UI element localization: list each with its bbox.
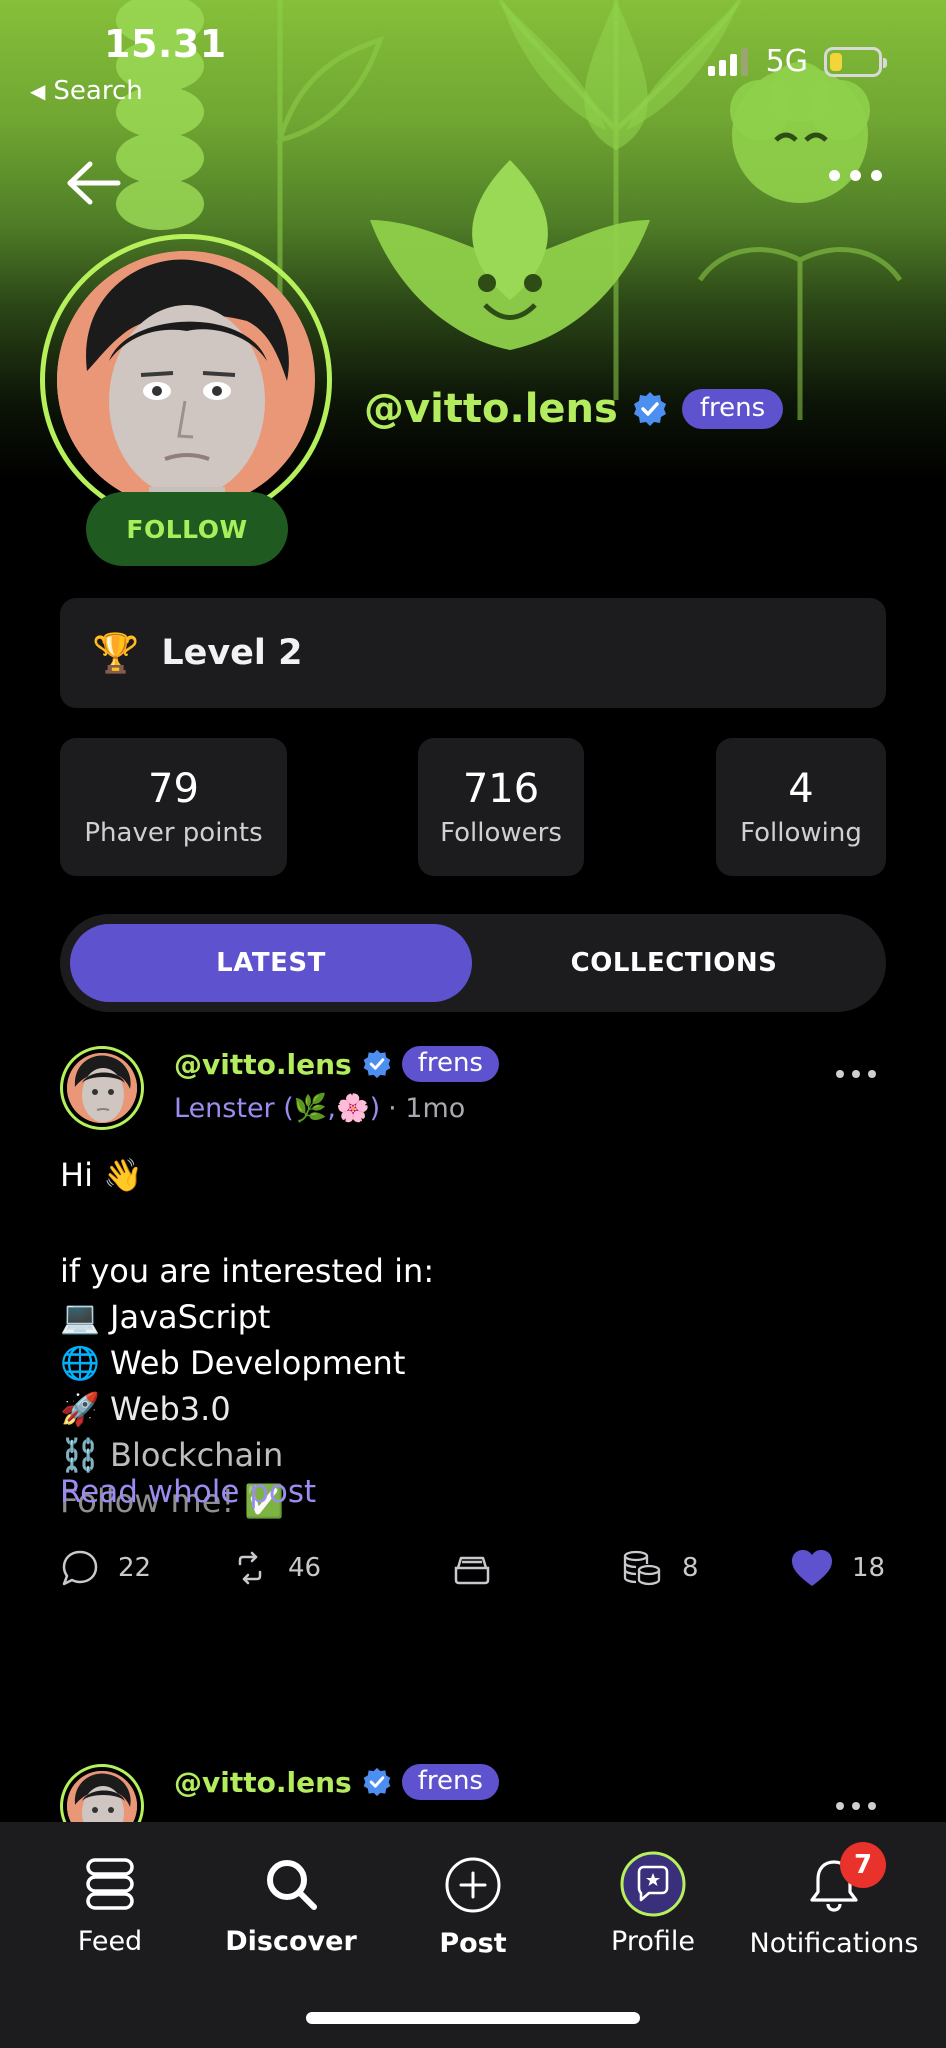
nav-label: Notifications	[749, 1928, 919, 1959]
post-author-badge: frens	[401, 1046, 499, 1082]
post-text: Hi 👋 if you are interested in: 💻 JavaScr…	[60, 1152, 886, 1524]
stat-phaver-points[interactable]: 79 Phaver points	[60, 738, 287, 876]
nav-label: Post	[439, 1928, 507, 1959]
post-more-icon[interactable]	[836, 1802, 876, 1810]
more-options-icon[interactable]	[829, 170, 882, 181]
stat-label: Phaver points	[84, 818, 263, 848]
nav-label: Profile	[611, 1926, 695, 1957]
mirror-icon	[238, 1551, 262, 1585]
avatar-portrait-image	[67, 1771, 137, 1822]
post-author-handle[interactable]: @vitto.lens	[174, 1048, 352, 1081]
stat-followers[interactable]: 716 Followers	[418, 738, 584, 876]
profile-avatar	[40, 234, 332, 526]
save-to-collection-button[interactable]	[450, 1548, 494, 1588]
coins-icon	[623, 1550, 661, 1586]
mirror-count: 46	[288, 1553, 322, 1583]
stat-label: Followers	[440, 818, 562, 848]
post-app-source[interactable]: Lenster (🌿,🌸)	[174, 1092, 380, 1124]
nav-feed[interactable]: Feed	[20, 1856, 200, 1957]
verified-badge-icon	[633, 392, 666, 426]
post-header: @vitto.lens frens	[174, 1764, 499, 1800]
notification-count-badge: 7	[840, 1842, 886, 1888]
like-count: 18	[852, 1553, 886, 1583]
feed-icon	[86, 1858, 134, 1910]
collect-button[interactable]: 8	[620, 1548, 699, 1588]
collection-icon	[454, 1556, 490, 1585]
nav-label: Discover	[225, 1926, 357, 1957]
status-back-to-search[interactable]: ◀ Search	[30, 76, 143, 106]
post-actions: 22 46 8 18	[60, 1548, 886, 1598]
trophy-icon: 🏆	[92, 630, 140, 675]
network-type: 5G	[765, 44, 808, 79]
profile-handle-row: @vitto.lens frens	[364, 386, 784, 432]
status-back-label: Search	[53, 76, 143, 106]
post-author-badge: frens	[401, 1764, 499, 1800]
comment-button[interactable]: 22	[60, 1548, 151, 1588]
profile-badge: frens	[681, 389, 784, 429]
collect-count: 8	[682, 1553, 699, 1583]
stat-label: Following	[740, 818, 862, 848]
post-header: @vitto.lens frens	[174, 1046, 499, 1082]
post-line: if you are interested in:	[60, 1252, 435, 1290]
stat-value: 716	[462, 766, 540, 812]
stat-following[interactable]: 4 Following	[716, 738, 886, 876]
tab-collections[interactable]: COLLECTIONS	[472, 924, 876, 1002]
post-line: 🌐 Web Development	[60, 1344, 406, 1382]
back-arrow-icon[interactable]	[66, 160, 122, 206]
battery-level-fill	[830, 52, 842, 71]
home-indicator[interactable]	[306, 2012, 640, 2024]
post-author-handle[interactable]: @vitto.lens	[174, 1766, 352, 1799]
post-line: 💻 JavaScript	[60, 1298, 271, 1336]
level-card[interactable]: 🏆 Level 2	[60, 598, 886, 708]
post-line: 🚀 Web3.0	[60, 1390, 231, 1428]
add-post-icon	[445, 1857, 501, 1913]
stat-value: 79	[148, 766, 199, 812]
post-line: Hi 👋	[60, 1156, 143, 1194]
status-indicators: 5G	[707, 44, 887, 79]
battery-icon	[824, 46, 887, 77]
back-triangle-icon: ◀	[30, 79, 46, 103]
profile-tabs: LATEST COLLECTIONS	[60, 914, 886, 1012]
post-author-avatar[interactable]	[60, 1046, 144, 1130]
post-card[interactable]: @vitto.lens frens	[60, 1764, 886, 1822]
heart-icon	[792, 1550, 832, 1586]
nav-notifications[interactable]: 7 Notifications	[744, 1842, 924, 1959]
level-label: Level 2	[161, 633, 303, 673]
verified-badge-icon	[363, 1767, 391, 1797]
nav-post[interactable]: Post	[383, 1856, 563, 1959]
stat-value: 4	[788, 766, 814, 812]
post-more-icon[interactable]	[836, 1070, 876, 1078]
verified-badge-icon	[363, 1049, 391, 1079]
read-whole-post-link[interactable]: Read whole post	[60, 1474, 316, 1510]
nav-label: Feed	[77, 1926, 143, 1957]
like-button[interactable]: 18	[790, 1548, 885, 1588]
tab-latest[interactable]: LATEST	[70, 924, 472, 1002]
mirror-button[interactable]: 46	[230, 1548, 321, 1588]
post-time: · 1mo	[388, 1092, 466, 1124]
post-author-avatar[interactable]	[60, 1764, 144, 1822]
search-icon	[267, 1860, 317, 1910]
status-time: 15.31	[104, 22, 227, 66]
post-meta: Lenster (🌿,🌸) · 1mo	[174, 1092, 466, 1125]
post-line: ⛓️ Blockchain	[60, 1436, 284, 1474]
post-card[interactable]: @vitto.lens frens Lenster (🌿,🌸) · 1mo Hi…	[60, 1046, 886, 1606]
comment-count: 22	[118, 1553, 152, 1583]
follow-button[interactable]: FOLLOW	[86, 492, 288, 566]
comment-icon	[62, 1550, 98, 1586]
nav-discover[interactable]: Discover	[201, 1856, 381, 1957]
profile-icon	[620, 1851, 686, 1917]
nav-profile[interactable]: Profile	[563, 1851, 743, 1957]
avatar-portrait-image	[67, 1053, 137, 1123]
avatar-portrait-image	[57, 251, 313, 509]
signal-icon	[707, 47, 748, 76]
profile-handle: @vitto.lens	[364, 386, 618, 432]
